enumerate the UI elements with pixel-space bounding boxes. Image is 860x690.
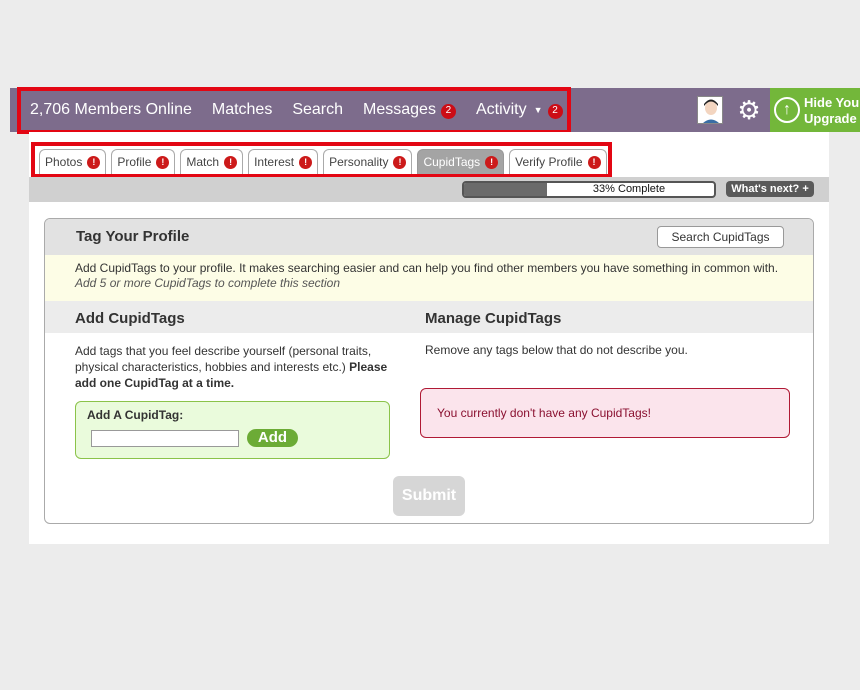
intro-note: Add 5 or more CupidTags to complete this…: [75, 276, 341, 290]
add-description-text: Add tags that you feel describe yourself…: [75, 344, 372, 374]
sub-header: Add CupidTags Manage CupidTags: [45, 301, 813, 333]
intro-notice: Add CupidTags to your profile. It makes …: [45, 255, 813, 301]
add-cupidtag-label: Add A CupidTag:: [87, 408, 184, 422]
search-cupidtags-button[interactable]: Search CupidTags: [657, 226, 784, 248]
user-avatar-icon: [698, 97, 722, 123]
arrow-up-icon: ↑: [774, 97, 800, 123]
add-cupidtag-box: Add A CupidTag: Add: [75, 401, 390, 459]
gear-icon[interactable]: ⚙: [735, 95, 763, 125]
card-header: Tag Your Profile Search CupidTags: [45, 219, 813, 255]
no-tags-message: You currently don't have any CupidTags!: [420, 388, 790, 438]
upgrade-line2: Upgrade: [804, 111, 857, 126]
nav-highlight-box: [17, 87, 571, 134]
add-cupidtags-title: Add CupidTags: [75, 310, 185, 327]
avatar[interactable]: [697, 96, 723, 124]
upgrade-button[interactable]: ↑ Hide You Upgrade: [770, 88, 860, 132]
add-button[interactable]: Add: [247, 429, 298, 447]
intro-text: Add CupidTags to your profile. It makes …: [75, 261, 779, 275]
profile-progress-bar: 33% Complete: [462, 181, 716, 198]
cupidtag-input[interactable]: [91, 430, 239, 447]
section-title: Tag Your Profile: [76, 228, 190, 245]
submit-button[interactable]: Submit: [393, 476, 465, 516]
add-description: Add tags that you feel describe yourself…: [75, 343, 395, 391]
upgrade-line1: Hide You: [804, 95, 860, 110]
progress-label: 33% Complete: [592, 183, 666, 195]
whats-next-button[interactable]: What's next? +: [726, 181, 814, 197]
manage-cupidtags-title: Manage CupidTags: [425, 310, 562, 327]
cupidtags-card: Tag Your Profile Search CupidTags Add Cu…: [44, 218, 814, 524]
tabs-highlight-box: [31, 142, 612, 178]
manage-description: Remove any tags below that do not descri…: [425, 343, 688, 357]
